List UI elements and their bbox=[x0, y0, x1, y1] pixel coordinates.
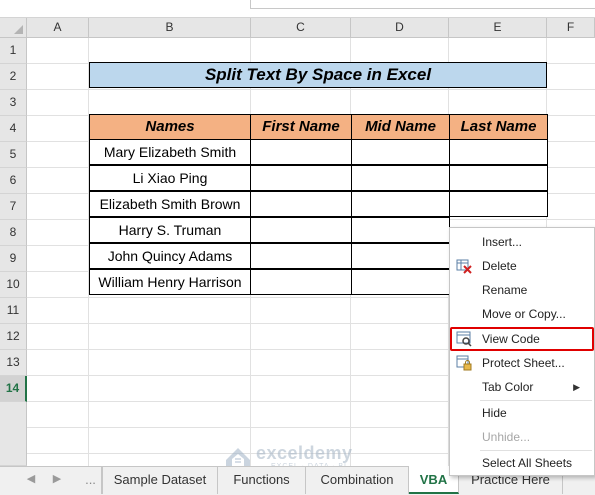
menu-item-label: Tab Color bbox=[482, 380, 534, 394]
mid-name-cell[interactable] bbox=[351, 165, 450, 191]
column-header-a[interactable]: A bbox=[27, 18, 89, 38]
row-header-7[interactable]: 7 bbox=[0, 194, 27, 220]
column-header-d[interactable]: D bbox=[351, 18, 449, 38]
watermark-brand: exceldemy bbox=[256, 443, 353, 463]
sheet-title-cell[interactable]: Split Text By Space in Excel bbox=[89, 62, 547, 88]
mid-name-cell[interactable] bbox=[351, 139, 450, 165]
protect-sheet-icon bbox=[456, 355, 472, 371]
last-name-cell[interactable] bbox=[449, 165, 548, 191]
select-all-button[interactable] bbox=[0, 18, 27, 38]
menu-item-move-or-copy[interactable]: Move or Copy... bbox=[450, 302, 594, 326]
row-header-5[interactable]: 5 bbox=[0, 142, 27, 168]
header-first-name[interactable]: First Name bbox=[250, 114, 352, 140]
delete-sheet-icon bbox=[456, 258, 472, 274]
name-cell[interactable]: Mary Elizabeth Smith bbox=[89, 139, 251, 165]
mid-name-cell[interactable] bbox=[351, 243, 450, 269]
row-header-2[interactable]: 2 bbox=[0, 64, 27, 90]
last-name-cell[interactable] bbox=[449, 139, 548, 165]
column-header-b[interactable]: B bbox=[89, 18, 251, 38]
row-header-4[interactable]: 4 bbox=[0, 116, 27, 142]
menu-item-label: Rename bbox=[482, 283, 528, 297]
name-cell[interactable]: Harry S. Truman bbox=[89, 217, 251, 243]
menu-item-rename[interactable]: Rename bbox=[450, 278, 594, 302]
mid-name-cell[interactable] bbox=[351, 217, 450, 243]
menu-item-select-all-sheets[interactable]: Select All Sheets bbox=[450, 451, 594, 475]
menu-item-label: Hide bbox=[482, 406, 507, 420]
tab-scroll-right-icon[interactable]: ▶ bbox=[48, 470, 66, 488]
row-header-1[interactable]: 1 bbox=[0, 38, 27, 64]
name-cell[interactable]: John Quincy Adams bbox=[89, 243, 251, 269]
header-mid-name[interactable]: Mid Name bbox=[351, 114, 450, 140]
menu-item-insert[interactable]: Insert... bbox=[450, 230, 594, 254]
name-cell[interactable]: William Henry Harrison bbox=[89, 269, 251, 295]
mid-name-cell[interactable] bbox=[351, 191, 450, 217]
menu-item-label: Insert... bbox=[482, 235, 523, 249]
select-all-triangle-icon bbox=[14, 25, 23, 34]
column-header-c[interactable]: C bbox=[251, 18, 351, 38]
first-name-cell[interactable] bbox=[250, 269, 352, 295]
menu-item-label: Move or Copy... bbox=[482, 307, 566, 321]
row-header-15[interactable] bbox=[0, 402, 27, 466]
first-name-cell[interactable] bbox=[250, 139, 352, 165]
first-name-cell[interactable] bbox=[250, 243, 352, 269]
menu-item-delete[interactable]: Delete bbox=[450, 254, 594, 278]
tab-functions[interactable]: Functions bbox=[218, 466, 306, 494]
menu-item-tab-color[interactable]: Tab Color ▶ bbox=[450, 375, 594, 399]
row-header-6[interactable]: 6 bbox=[0, 168, 27, 194]
row-header-3[interactable]: 3 bbox=[0, 90, 27, 116]
formula-input[interactable] bbox=[250, 0, 595, 9]
mid-name-cell[interactable] bbox=[351, 269, 450, 295]
menu-item-hide[interactable]: Hide bbox=[450, 401, 594, 425]
row-header-14[interactable]: 14 bbox=[0, 376, 27, 402]
name-cell[interactable]: Elizabeth Smith Brown bbox=[89, 191, 251, 217]
menu-item-protect-sheet[interactable]: Protect Sheet... bbox=[450, 351, 594, 375]
row-header-11[interactable]: 11 bbox=[0, 298, 27, 324]
tab-combination[interactable]: Combination bbox=[306, 466, 409, 494]
first-name-cell[interactable] bbox=[250, 217, 352, 243]
tab-sample-dataset[interactable]: Sample Dataset bbox=[102, 466, 218, 494]
tab-scroll-left-icon[interactable]: ◀ bbox=[22, 470, 40, 488]
menu-item-unhide: Unhide... bbox=[450, 425, 594, 449]
first-name-cell[interactable] bbox=[250, 165, 352, 191]
row-header-10[interactable]: 10 bbox=[0, 272, 27, 298]
view-code-highlight-box bbox=[450, 327, 594, 351]
menu-item-label: Select All Sheets bbox=[482, 456, 573, 470]
name-cell[interactable]: Li Xiao Ping bbox=[89, 165, 251, 191]
header-names[interactable]: Names bbox=[89, 114, 251, 140]
sheet-tab-context-menu: Insert... Delete Rename Move or Copy... bbox=[449, 227, 595, 476]
row-header-12[interactable]: 12 bbox=[0, 324, 27, 350]
submenu-arrow-icon: ▶ bbox=[573, 382, 580, 392]
menu-item-label: Unhide... bbox=[482, 430, 531, 444]
column-header-f[interactable]: F bbox=[547, 18, 595, 38]
tab-more-button[interactable]: ... bbox=[80, 466, 102, 494]
last-name-cell[interactable] bbox=[449, 191, 548, 217]
row-header-13[interactable]: 13 bbox=[0, 350, 27, 376]
row-header-9[interactable]: 9 bbox=[0, 246, 27, 272]
row-header-8[interactable]: 8 bbox=[0, 220, 27, 246]
gridline bbox=[27, 89, 595, 90]
menu-item-label: Protect Sheet... bbox=[482, 356, 565, 370]
menu-item-label: Delete bbox=[482, 259, 517, 273]
column-header-e[interactable]: E bbox=[449, 18, 547, 38]
first-name-cell[interactable] bbox=[250, 191, 352, 217]
header-last-name[interactable]: Last Name bbox=[449, 114, 548, 140]
